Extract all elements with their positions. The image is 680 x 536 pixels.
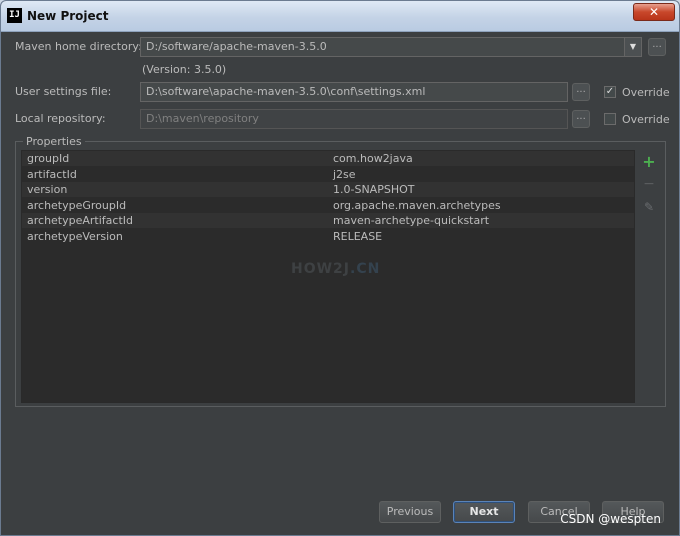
remove-property-icon[interactable]: −: [636, 176, 662, 192]
maven-home-label: Maven home directory:: [15, 40, 142, 53]
intellij-app-icon: IJ: [7, 8, 22, 23]
local-repo-override-label: Override: [622, 113, 670, 126]
watermark-main: HOW2J: [291, 261, 351, 277]
table-row[interactable]: version 1.0-SNAPSHOT: [22, 182, 634, 197]
properties-title: Properties: [23, 135, 85, 148]
maven-version-text: (Version: 3.5.0): [142, 63, 227, 76]
edit-property-icon[interactable]: ✎: [636, 200, 662, 214]
table-row[interactable]: archetypeGroupId org.apache.maven.archet…: [22, 198, 634, 213]
title-bar: IJ New Project ✕: [1, 1, 679, 32]
user-settings-label: User settings file:: [15, 85, 112, 98]
property-value: j2se: [333, 167, 356, 181]
property-key: archetypeGroupId: [27, 198, 127, 212]
property-value: 1.0-SNAPSHOT: [333, 183, 415, 196]
csdn-credit: CSDN @wespten: [560, 512, 661, 526]
maven-home-combobox[interactable]: D:/software/apache-maven-3.5.0: [140, 37, 625, 57]
local-repo-label: Local repository:: [15, 112, 106, 125]
window-title: New Project: [27, 9, 109, 23]
property-value: com.how2java: [333, 152, 413, 165]
property-value: RELEASE: [333, 229, 383, 243]
user-settings-override-label: Override: [622, 86, 670, 99]
property-key: artifactId: [27, 167, 77, 181]
table-row[interactable]: groupId com.how2java: [22, 151, 634, 166]
table-row[interactable]: archetypeVersion RELEASE: [22, 229, 634, 244]
previous-button[interactable]: Previous: [379, 501, 441, 523]
property-key: groupId: [27, 152, 70, 165]
user-settings-override-checkbox[interactable]: ✓: [604, 86, 616, 98]
table-row[interactable]: artifactId j2se: [22, 167, 634, 182]
property-key: version: [27, 183, 68, 196]
user-settings-field[interactable]: D:\software\apache-maven-3.5.0\conf\sett…: [140, 82, 568, 102]
next-button[interactable]: Next: [453, 501, 515, 523]
local-repo-field[interactable]: D:\maven\repository: [140, 109, 568, 129]
properties-toolbar: + − ✎: [636, 150, 662, 403]
table-row[interactable]: archetypeArtifactId maven-archetype-quic…: [22, 213, 634, 228]
user-settings-browse-button[interactable]: ...: [572, 83, 590, 101]
watermark: HOW2J.CN: [291, 261, 380, 277]
local-repo-browse-button[interactable]: ...: [572, 110, 590, 128]
maven-home-browse-button[interactable]: ...: [648, 38, 666, 56]
local-repo-override-checkbox[interactable]: [604, 113, 616, 125]
property-key: archetypeArtifactId: [27, 214, 133, 227]
close-button[interactable]: ✕: [633, 3, 675, 21]
watermark-suffix: .CN: [350, 261, 381, 277]
new-project-dialog: IJ New Project ✕ Maven home directory: D…: [0, 0, 680, 536]
property-value: org.apache.maven.archetypes: [333, 198, 501, 212]
add-property-icon[interactable]: +: [636, 152, 662, 171]
property-value: maven-archetype-quickstart: [333, 214, 490, 227]
checkmark-icon: ✓: [605, 86, 615, 97]
property-key: archetypeVersion: [27, 229, 123, 243]
maven-home-dropdown-arrow[interactable]: ▼: [624, 37, 642, 57]
